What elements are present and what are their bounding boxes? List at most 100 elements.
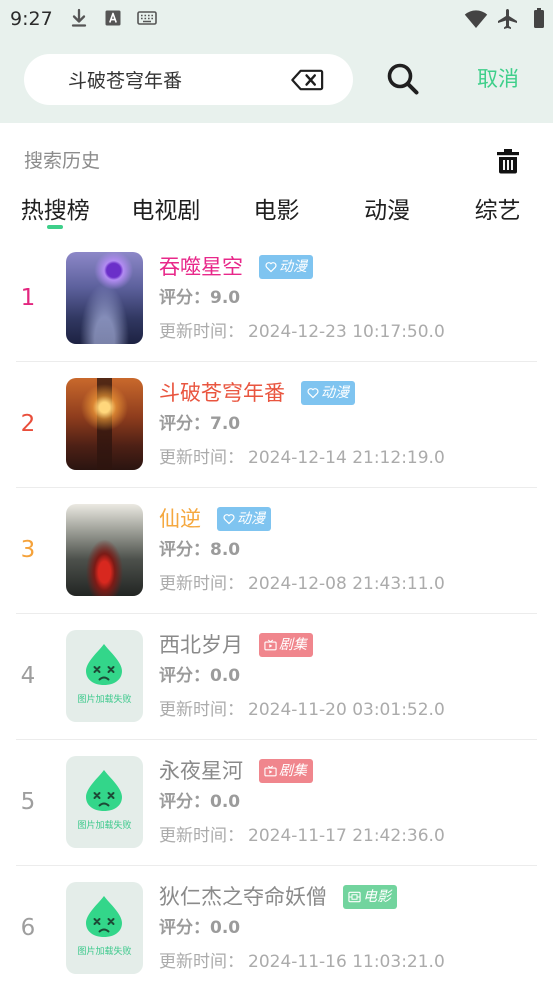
download-icon	[70, 8, 88, 28]
search-field[interactable]	[24, 54, 353, 105]
search-screen: 9:27 斗破苍穹年番 取消 搜索历史 热搜榜 电视剧 电影 动漫 综艺 1 吞…	[0, 0, 553, 983]
item-title: 仙逆	[159, 507, 201, 531]
update-time-line: 更新时间： 2024-12-23 10:17:50.0	[159, 320, 445, 344]
rank-number: 4	[20, 663, 36, 689]
badge-label: 动漫	[237, 511, 265, 527]
badge-label: 剧集	[279, 637, 307, 653]
rank-number: 2	[20, 411, 36, 437]
tab-active-indicator	[47, 225, 64, 229]
search-header: 9:27 斗破苍穹年番 取消	[0, 0, 553, 123]
score-value: 7.0	[210, 414, 241, 434]
battery-icon	[527, 6, 551, 30]
category-badge: 电影	[343, 885, 397, 909]
item-info: 斗破苍穹年番 动漫 评分：7.0 更新时间： 2024-12-14 21:12:1…	[159, 378, 537, 470]
score-value: 0.0	[210, 918, 241, 938]
hot-list-item[interactable]: 3 仙逆 动漫 评分：8.0 更新时间： 2024-12-08 21:43:11.…	[16, 488, 537, 614]
score-line: 评分：7.0	[159, 412, 240, 436]
hot-list-item[interactable]: 5 图片加载失败 永夜星河 剧集 评分：0.0 更新时间： 2024-11-17 …	[16, 740, 537, 866]
text-a-icon	[105, 10, 121, 26]
category-tabs: 热搜榜 电视剧 电影 动漫 综艺	[0, 194, 553, 230]
tv-icon	[264, 639, 277, 651]
hot-list-item[interactable]: 1 吞噬星空 动漫 评分：9.0 更新时间： 2024-12-23 10:17:5…	[16, 236, 537, 362]
update-time-value: 2024-12-14 21:12:19.0	[248, 448, 445, 468]
hot-list-item[interactable]: 6 图片加载失败 狄仁杰之夺命妖僧 电影 评分：0.0 更新时间： 2024-11…	[16, 866, 537, 983]
hot-search-list: 1 吞噬星空 动漫 评分：9.0 更新时间： 2024-12-23 10:17:5…	[16, 236, 537, 983]
item-info: 西北岁月 剧集 评分：0.0 更新时间： 2024-11-20 03:01:52.…	[159, 630, 537, 722]
rank-number: 3	[20, 537, 36, 563]
tab-label: 电影	[253, 198, 300, 224]
update-time-label: 更新时间：	[159, 826, 244, 846]
search-icon[interactable]	[386, 62, 420, 96]
update-time-line: 更新时间： 2024-11-16 11:03:21.0	[159, 950, 445, 974]
status-bar: 9:27	[0, 0, 553, 38]
trash-icon[interactable]	[497, 149, 519, 174]
thumbnail-placeholder: 图片加载失败	[66, 630, 143, 722]
update-time-label: 更新时间：	[159, 322, 244, 342]
score-line: 评分：8.0	[159, 538, 240, 562]
badge-label: 动漫	[279, 259, 307, 275]
score-line: 评分：9.0	[159, 286, 240, 310]
heart-icon	[264, 261, 277, 273]
update-time-value: 2024-12-23 10:17:50.0	[248, 322, 445, 342]
update-time-line: 更新时间： 2024-12-08 21:43:11.0	[159, 572, 445, 596]
tab-variety[interactable]: 综艺	[442, 194, 553, 230]
score-label: 评分：	[159, 288, 210, 308]
poster-image	[66, 252, 143, 344]
image-load-failed-text: 图片加载失败	[77, 821, 132, 831]
rank-number: 1	[20, 285, 36, 311]
title-line: 斗破苍穹年番 动漫	[159, 378, 355, 408]
item-title: 西北岁月	[159, 633, 243, 657]
heart-icon	[306, 387, 319, 399]
search-input[interactable]	[68, 54, 278, 105]
update-time-label: 更新时间：	[159, 574, 244, 594]
image-load-failed-icon	[83, 893, 125, 939]
update-time-label: 更新时间：	[159, 952, 244, 972]
wifi-icon	[464, 9, 488, 29]
tab-label: 电视剧	[131, 198, 201, 224]
tab-label: 热搜榜	[20, 198, 90, 224]
status-time: 9:27	[10, 8, 53, 30]
cancel-button[interactable]: 取消	[477, 64, 519, 94]
update-time-label: 更新时间：	[159, 700, 244, 720]
keyboard-icon	[137, 11, 157, 25]
score-label: 评分：	[159, 918, 210, 938]
title-line: 吞噬星空 动漫	[159, 252, 313, 282]
title-line: 仙逆 动漫	[159, 504, 271, 534]
badge-label: 动漫	[321, 385, 349, 401]
film-icon	[348, 891, 361, 903]
score-label: 评分：	[159, 540, 210, 560]
score-label: 评分：	[159, 414, 210, 434]
update-time-line: 更新时间： 2024-11-20 03:01:52.0	[159, 698, 445, 722]
tab-hot-search[interactable]: 热搜榜	[0, 194, 111, 230]
score-line: 评分：0.0	[159, 790, 240, 814]
item-info: 仙逆 动漫 评分：8.0 更新时间： 2024-12-08 21:43:11.0	[159, 504, 537, 596]
poster-image	[66, 378, 143, 470]
category-badge: 动漫	[301, 381, 355, 405]
thumbnail-placeholder: 图片加载失败	[66, 882, 143, 974]
item-info: 狄仁杰之夺命妖僧 电影 评分：0.0 更新时间： 2024-11-16 11:03…	[159, 882, 537, 974]
hot-list-item[interactable]: 2 斗破苍穹年番 动漫 评分：7.0 更新时间： 2024-12-14 21:12…	[16, 362, 537, 488]
item-title: 永夜星河	[159, 759, 243, 783]
search-history-title: 搜索历史	[24, 150, 101, 172]
poster-image	[66, 504, 143, 596]
score-value: 0.0	[210, 666, 241, 686]
title-line: 永夜星河 剧集	[159, 756, 313, 786]
score-label: 评分：	[159, 666, 210, 686]
item-info: 永夜星河 剧集 评分：0.0 更新时间： 2024-11-17 21:42:36.…	[159, 756, 537, 848]
update-time-value: 2024-11-16 11:03:21.0	[248, 952, 445, 972]
tab-tv-series[interactable]: 电视剧	[111, 194, 222, 230]
score-line: 评分：0.0	[159, 664, 240, 688]
backspace-clear-icon[interactable]	[290, 69, 324, 91]
tab-movies[interactable]: 电影	[221, 194, 332, 230]
hot-list-item[interactable]: 4 图片加载失败 西北岁月 剧集 评分：0.0 更新时间： 2024-11-20 …	[16, 614, 537, 740]
badge-label: 剧集	[279, 763, 307, 779]
tab-anime[interactable]: 动漫	[332, 194, 443, 230]
score-value: 0.0	[210, 792, 241, 812]
item-title: 吞噬星空	[159, 255, 243, 279]
category-badge: 剧集	[259, 759, 313, 783]
tab-label: 动漫	[364, 198, 411, 224]
update-time-line: 更新时间： 2024-12-14 21:12:19.0	[159, 446, 445, 470]
rank-number: 5	[20, 789, 36, 815]
tab-label: 综艺	[474, 198, 521, 224]
image-load-failed-icon	[83, 641, 125, 687]
